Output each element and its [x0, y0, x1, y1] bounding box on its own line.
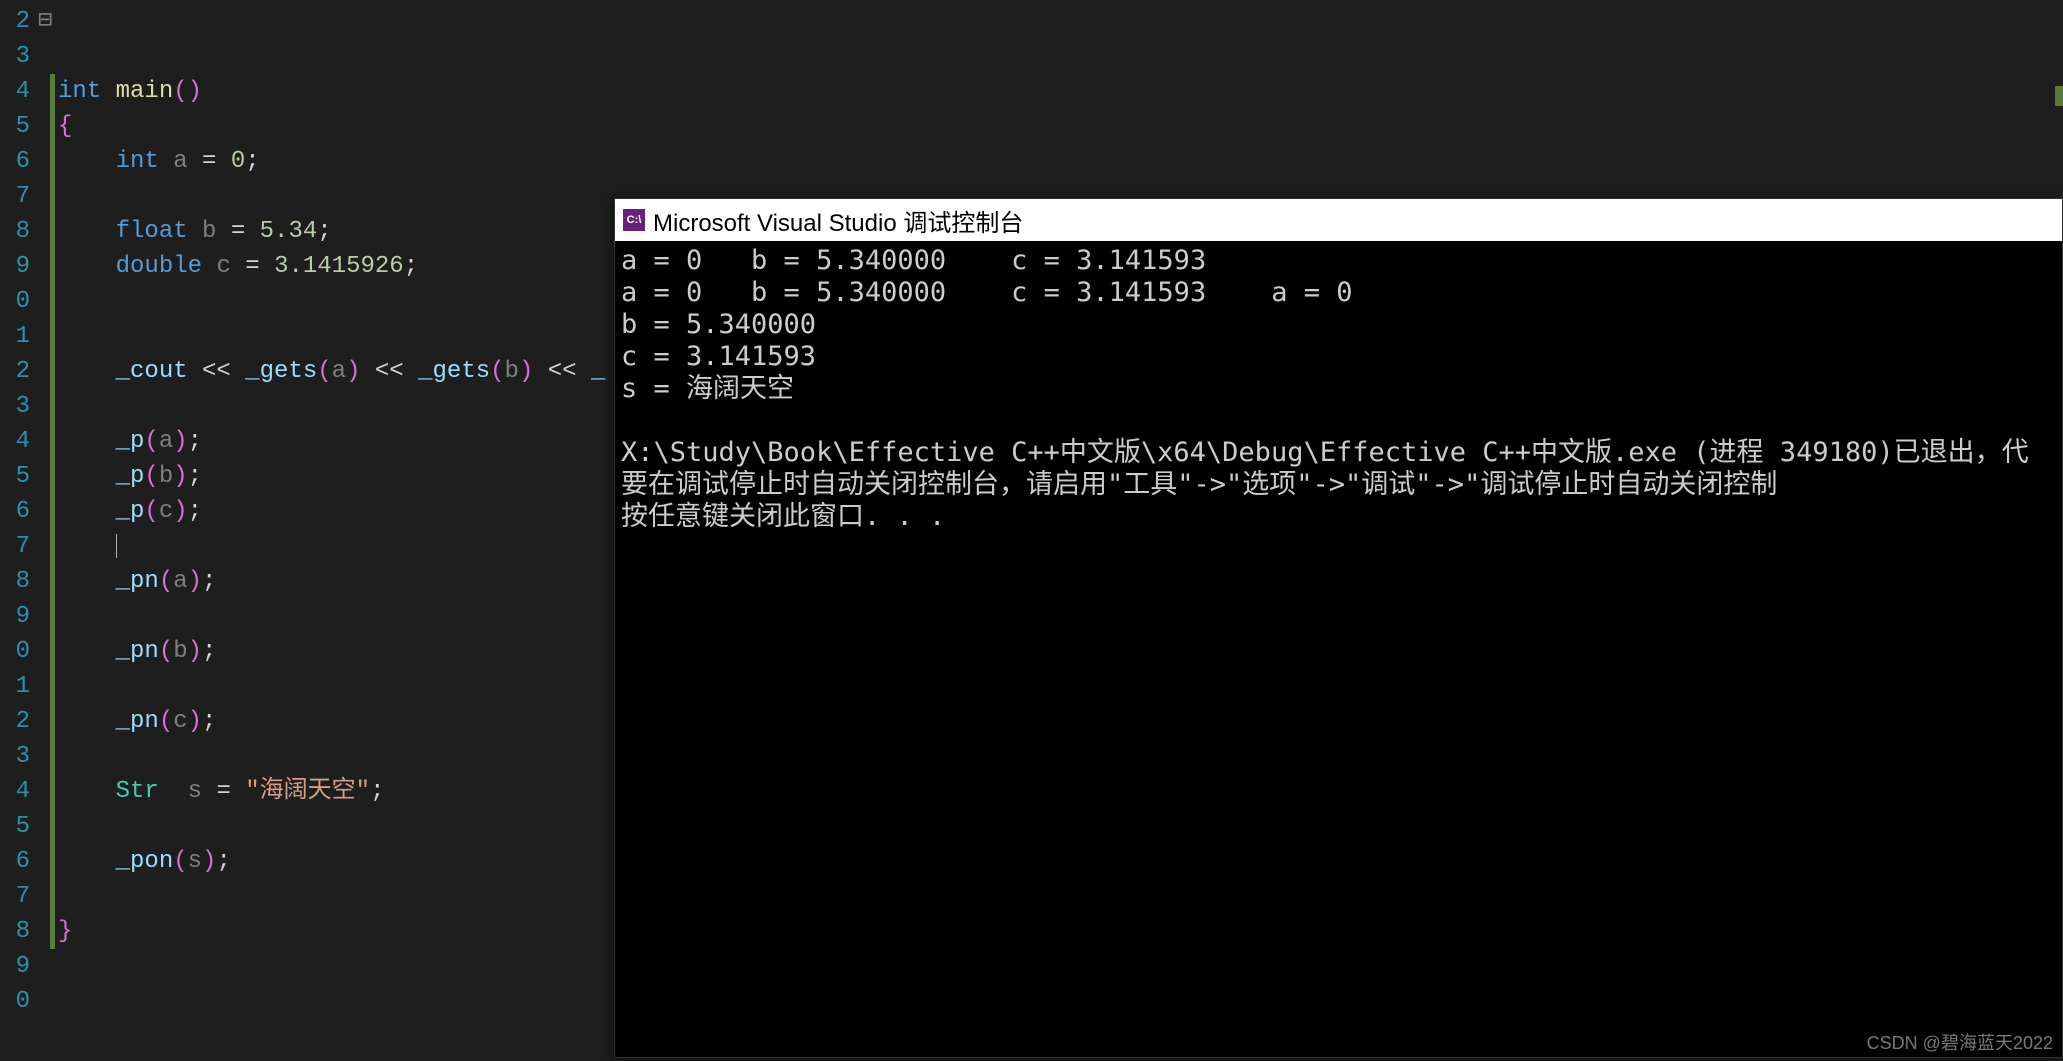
line-number: 5: [0, 109, 30, 144]
line-number: 3: [0, 739, 30, 774]
code-line[interactable]: int main(): [58, 74, 2063, 109]
line-number: 3: [0, 39, 30, 74]
line-number: 7: [0, 529, 30, 564]
line-number: 4: [0, 424, 30, 459]
vs-console-icon: C:\: [623, 209, 645, 231]
line-number: 9: [0, 599, 30, 634]
line-number: 3: [0, 389, 30, 424]
fold-column[interactable]: ⊟: [38, 0, 58, 1061]
code-line[interactable]: {: [58, 109, 2063, 144]
line-number: 0: [0, 984, 30, 1019]
line-number: 8: [0, 914, 30, 949]
line-number: 0: [0, 634, 30, 669]
code-line[interactable]: [58, 4, 2063, 39]
line-number: 8: [0, 214, 30, 249]
line-number: 6: [0, 494, 30, 529]
console-output[interactable]: a = 0 b = 5.340000 c = 3.141593 a = 0 b …: [615, 241, 2062, 537]
line-number-gutter: 23456789012345678901234567890: [0, 0, 38, 1061]
line-number: 1: [0, 319, 30, 354]
line-number: 5: [0, 809, 30, 844]
code-line[interactable]: int a = 0;: [58, 144, 2063, 179]
line-number: 9: [0, 949, 30, 984]
line-number: 9: [0, 249, 30, 284]
line-number: 2: [0, 704, 30, 739]
code-line[interactable]: [58, 39, 2063, 74]
line-number: 4: [0, 74, 30, 109]
line-number: 6: [0, 844, 30, 879]
watermark: CSDN @碧海蓝天2022: [1867, 1029, 2053, 1055]
console-title: Microsoft Visual Studio 调试控制台: [653, 203, 1023, 238]
console-titlebar[interactable]: C:\ Microsoft Visual Studio 调试控制台: [615, 199, 2062, 241]
line-number: 8: [0, 564, 30, 599]
debug-console-window[interactable]: C:\ Microsoft Visual Studio 调试控制台 a = 0 …: [614, 198, 2063, 1058]
line-number: 7: [0, 879, 30, 914]
line-number: 2: [0, 354, 30, 389]
line-number: 2: [0, 4, 30, 39]
line-number: 1: [0, 669, 30, 704]
line-number: 5: [0, 459, 30, 494]
fold-toggle-icon[interactable]: ⊟: [38, 4, 58, 39]
line-number: 6: [0, 144, 30, 179]
line-number: 4: [0, 774, 30, 809]
line-number: 7: [0, 179, 30, 214]
line-number: 0: [0, 284, 30, 319]
